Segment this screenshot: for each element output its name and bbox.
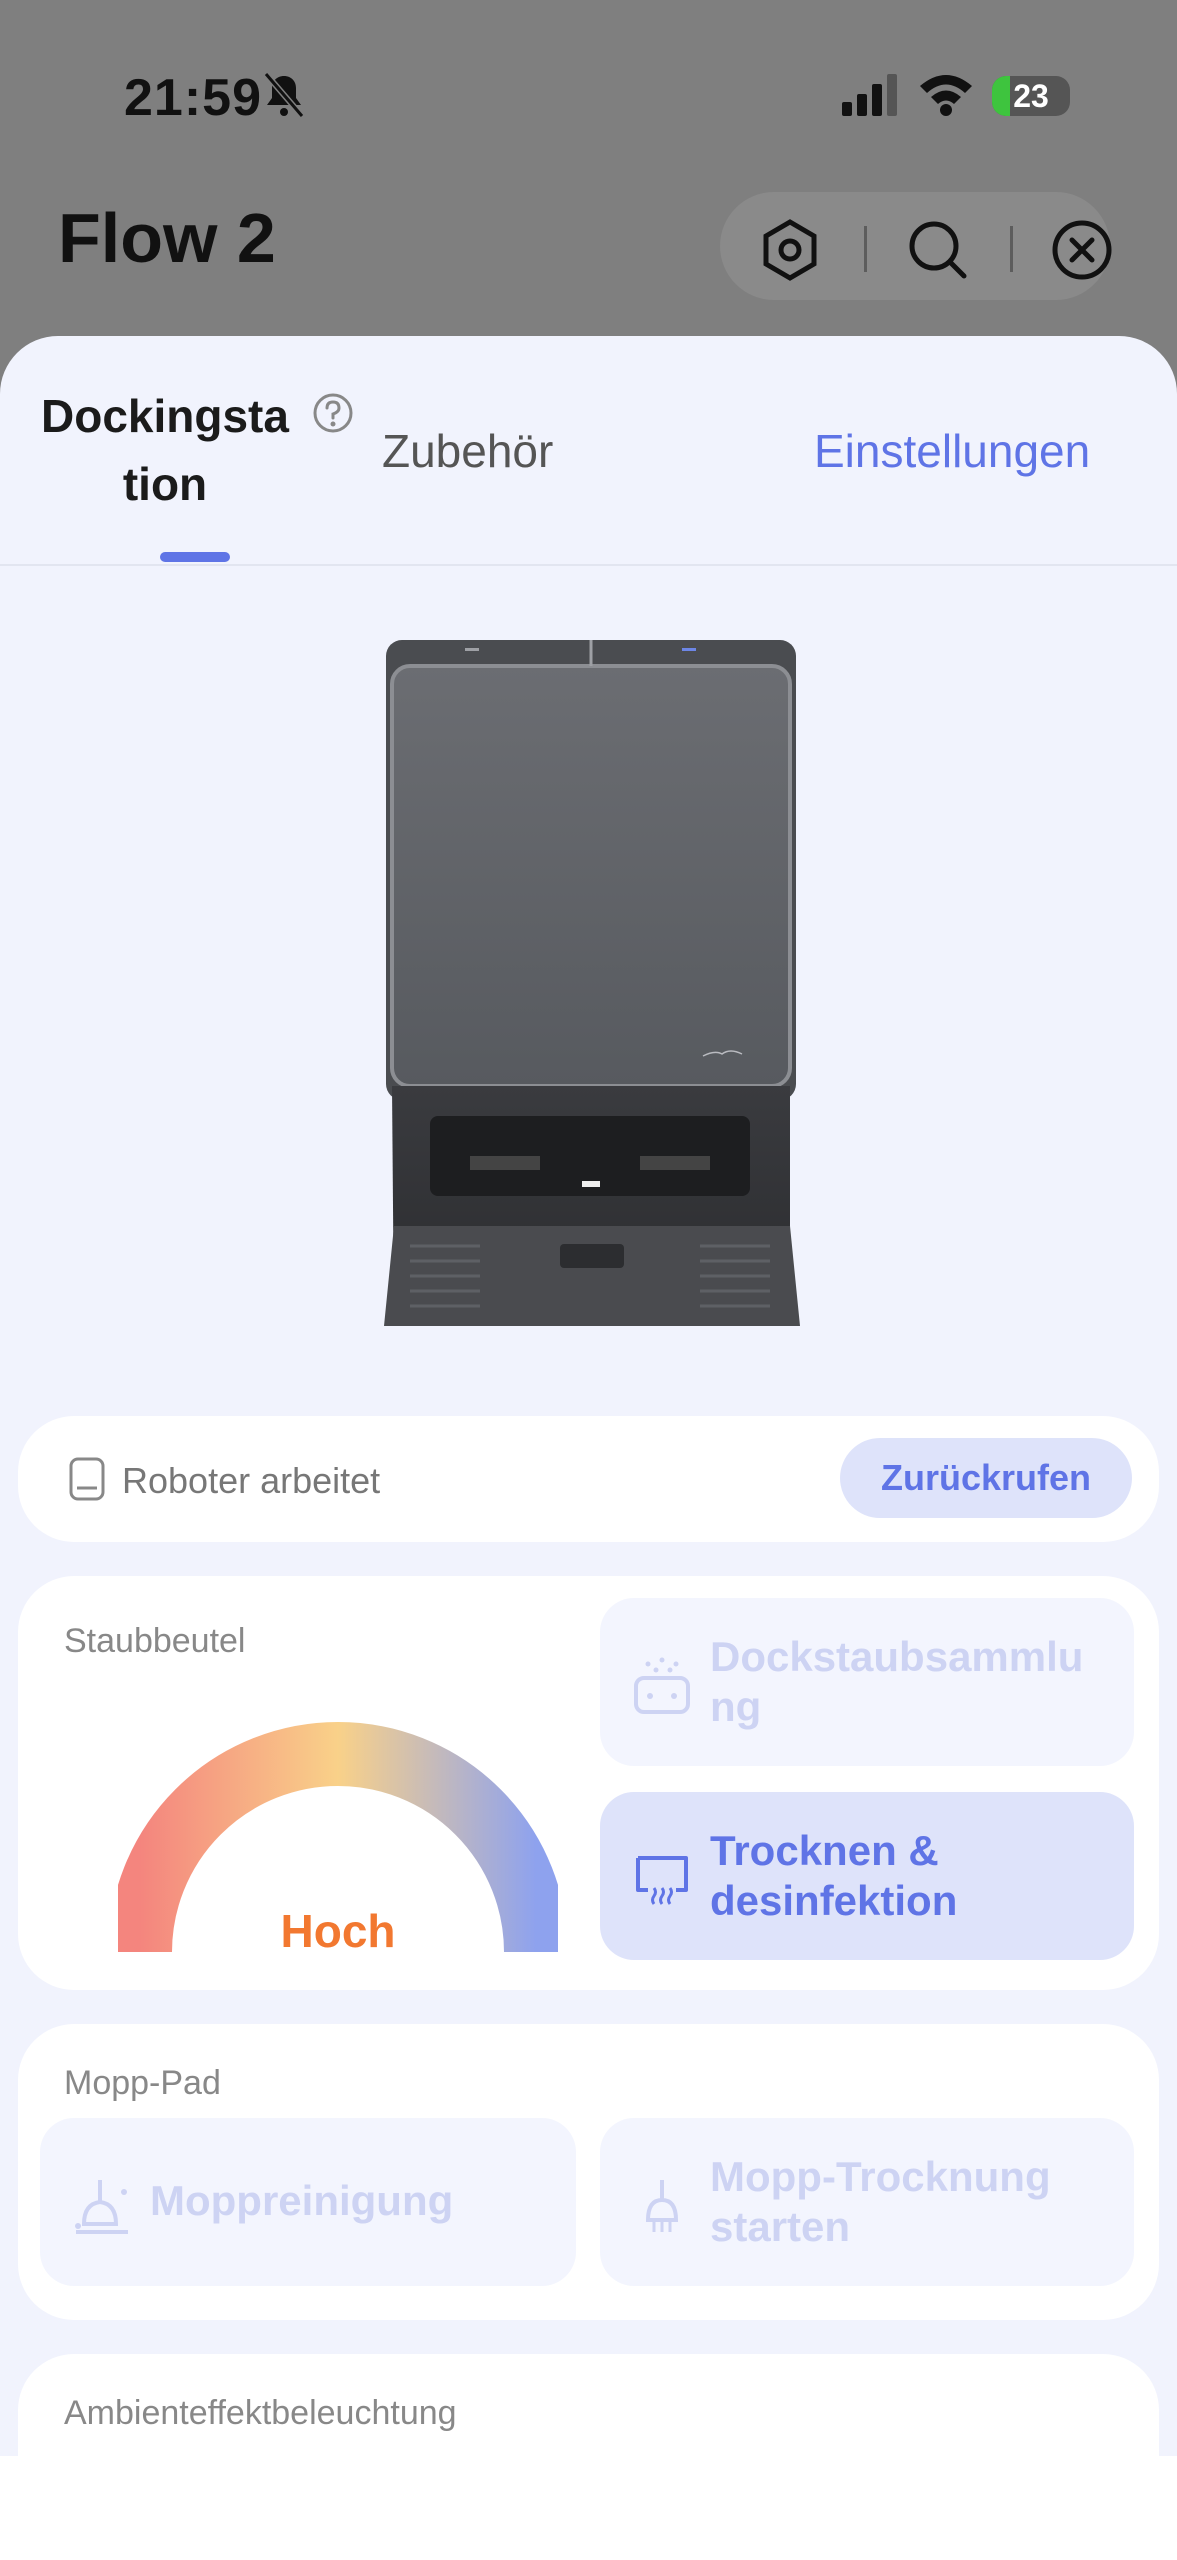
robot-status-text: Roboter arbeitet [122, 1460, 381, 1501]
clock: 21:59 [124, 69, 262, 127]
wifi-icon [920, 75, 972, 116]
tab-dockingstation[interactable]: Dockingsta tion [30, 382, 300, 518]
tab-bar: Dockingsta tion Zubehör Einstellungen [0, 336, 1177, 566]
signal-icon [842, 74, 897, 116]
dock-dust-collection-button[interactable]: Dockstaubsammlu ng [600, 1598, 1134, 1766]
tab-zubehoer[interactable]: Zubehör [382, 424, 553, 478]
robot-icon [69, 1457, 105, 1501]
help-icon[interactable] [312, 392, 354, 434]
status-bar: 21:59 23 [0, 0, 1177, 190]
settings-hexagon-icon[interactable] [758, 218, 822, 282]
active-tab-indicator [160, 552, 230, 562]
mop-pad-label: Mopp-Pad [64, 2064, 221, 2102]
dry-disinfect-label: Trocknen & desinfektion [710, 1827, 958, 1924]
recall-button[interactable]: Zurückrufen [840, 1438, 1132, 1518]
docking-station-image [384, 640, 800, 1326]
ambient-lighting-label: Ambienteffektbeleuchtung [64, 2394, 457, 2432]
robot-status-card: Roboter arbeitet Zurückrufen [18, 1416, 1159, 1542]
page-title: Flow 2 [58, 199, 276, 277]
tab-einstellungen[interactable]: Einstellungen [814, 424, 1090, 478]
mop-cleaning-button[interactable]: Moppreinigung [40, 2118, 576, 2286]
start-mop-drying-label: Mopp-Trocknung starten [710, 2153, 1051, 2250]
bottom-sheet: Dockingsta tion Zubehör Einstellungen Ro… [0, 336, 1177, 2560]
start-mop-drying-button[interactable]: Mopp-Trocknung starten [600, 2118, 1134, 2286]
mop-icon [75, 2180, 128, 2234]
mop-cleaning-label: Moppreinigung [150, 2177, 454, 2224]
bottom-safe-area [0, 2456, 1177, 2560]
dry-disinfect-button[interactable]: Trocknen & desinfektion [600, 1792, 1134, 1960]
search-icon[interactable] [906, 218, 970, 282]
mop-drying-icon [645, 2180, 679, 2232]
mop-pad-card: Mopp-Pad Moppreinigung Mopp-Trocknung st… [18, 2024, 1159, 2320]
drying-icon [636, 1856, 688, 1905]
battery-indicator: 23 [992, 76, 1070, 116]
dust-collection-icon [634, 1657, 690, 1714]
header-divider [1010, 226, 1013, 272]
close-icon[interactable] [1050, 218, 1114, 282]
dust-bag-level: Hoch [280, 1905, 396, 1957]
battery-percent: 23 [1013, 78, 1049, 114]
dust-bag-label: Staubbeutel [64, 1622, 246, 1660]
dust-bag-card: Staubbeutel Hoch Dockstaubsammlu ng Troc… [18, 1576, 1159, 1990]
bell-muted-icon [263, 72, 305, 118]
dock-dust-collection-label: Dockstaubsammlu ng [710, 1633, 1084, 1730]
header-divider [864, 226, 867, 272]
